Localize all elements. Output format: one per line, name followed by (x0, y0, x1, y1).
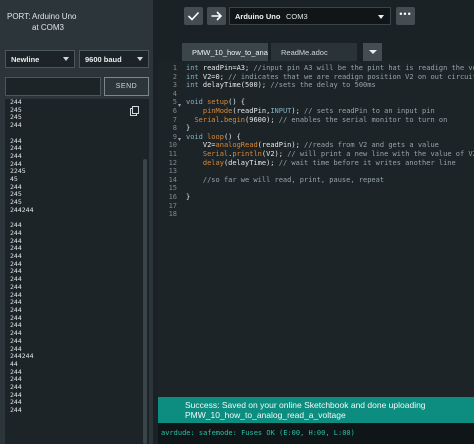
line-number: 7 (172, 115, 177, 124)
verify-button[interactable] (184, 7, 203, 25)
line-number: 15 (168, 184, 177, 193)
code-line[interactable]: //so far we will read, print, pause, rep… (186, 176, 474, 185)
code-editor[interactable]: 1 2 3 4 5 6 7 8 9 10 11 12 13 14 15 16 17 18 ▾ ▾ int read… (158, 61, 474, 400)
code-line[interactable]: pinMode(readPin,INPUT); // sets readPin … (186, 107, 474, 116)
more-options-button[interactable]: ••• (396, 7, 415, 25)
output-console: avrdude: safemode: Fuses OK (E:00, H:00,… (158, 423, 474, 444)
fold-arrow-icon[interactable]: ▾ (178, 102, 181, 109)
serial-output-lines: 244 245 245 244 244 244 244 244 2245 45 244 245 245… (10, 99, 33, 415)
baud-rate-value: 9600 baud (85, 55, 122, 64)
send-button[interactable]: SEND (104, 77, 149, 96)
code-line[interactable]: int readPin=A3; //input pin A3 will be t… (186, 64, 474, 73)
line-number: 17 (168, 201, 177, 210)
line-number: 1 (172, 64, 177, 72)
line-number: 8 (172, 124, 177, 133)
code-line[interactable]: int V2=0; // indicates that we are readi… (186, 73, 474, 82)
line-number: 3 (172, 81, 177, 90)
tabs-menu-button[interactable] (363, 43, 382, 61)
serial-output-line: 244 (10, 406, 22, 415)
serial-send-input[interactable] (5, 77, 101, 96)
upload-button[interactable] (207, 7, 226, 25)
code-content[interactable]: int readPin=A3; //input pin A3 will be t… (186, 64, 474, 219)
port-value: Arduino Uno at COM3 (32, 11, 76, 33)
editor-scrollbar[interactable] (467, 61, 471, 400)
line-number: 4 (172, 89, 177, 98)
code-line[interactable] (186, 202, 474, 211)
board-select[interactable]: Arduino Uno COM3 (229, 7, 391, 25)
arrow-right-icon (211, 11, 223, 21)
line-ending-select[interactable]: Newline (5, 50, 75, 68)
code-line[interactable]: V2=analogRead(readPin); //reads from V2 … (186, 141, 474, 150)
line-number: 16 (168, 192, 177, 201)
code-line[interactable] (186, 184, 474, 193)
line-number: 5 (172, 98, 177, 107)
chevron-down-icon (137, 57, 143, 61)
code-line[interactable]: } (186, 193, 474, 202)
toolbar: Arduino Uno COM3 ••• (153, 0, 474, 38)
code-line[interactable] (186, 90, 474, 99)
copy-icon[interactable] (130, 106, 139, 116)
serial-output: 244 245 245 244 244 244 244 244 2245 45 244 245 245… (5, 99, 149, 444)
tab-sketch[interactable]: PMW_10_how_to_analo (182, 43, 268, 61)
port-board: Arduino Uno (32, 12, 77, 21)
fold-arrow-icon[interactable]: ▾ (178, 136, 181, 143)
line-number: 11 (168, 149, 177, 158)
port-name: at COM3 (32, 23, 65, 32)
console-text: avrdude: safemode: Fuses OK (E:00, H:00,… (161, 429, 355, 437)
port-label: PORT: (7, 12, 31, 21)
serial-output-scrollbar[interactable] (143, 159, 147, 444)
chevron-down-icon (63, 57, 69, 61)
line-number: 2 (172, 72, 177, 81)
line-number: 12 (168, 158, 177, 167)
code-line[interactable]: delay(delayTime); // wait time before it… (186, 159, 474, 168)
chevron-down-icon (369, 50, 377, 54)
line-number: 18 (168, 210, 177, 219)
upload-success-banner: Success: Saved on your online Sketchbook… (158, 397, 474, 423)
code-line[interactable] (186, 167, 474, 176)
board-port: COM3 (286, 12, 308, 21)
code-line[interactable]: Serial.begin(9600); // enables the seria… (186, 116, 474, 125)
chevron-down-icon (378, 15, 384, 19)
code-line[interactable]: void loop() { (186, 133, 474, 142)
code-line[interactable] (186, 210, 474, 219)
line-number: 9 (172, 132, 177, 141)
code-line[interactable]: Serial.println(V2); // will print a new … (186, 150, 474, 159)
line-number: 6 (172, 106, 177, 115)
baud-rate-select[interactable]: 9600 baud (79, 50, 149, 68)
code-line[interactable]: void setup() { (186, 98, 474, 107)
tab-readme[interactable]: ReadMe.adoc (271, 43, 357, 61)
line-ending-value: Newline (11, 55, 40, 64)
checkmark-icon (187, 11, 200, 21)
code-line[interactable]: } (186, 124, 474, 133)
line-number: 14 (168, 175, 177, 184)
line-number-gutter: 1 2 3 4 5 6 7 8 9 10 11 12 13 14 15 16 17 18 (158, 64, 177, 219)
code-line[interactable]: int delayTime(500); //sets the delay to … (186, 81, 474, 90)
serial-monitor-panel: PORT: Arduino Uno at COM3 Newline 9600 b… (0, 0, 153, 444)
board-name: Arduino Uno (235, 12, 281, 21)
line-number: 10 (168, 141, 177, 150)
line-number: 13 (168, 167, 177, 176)
